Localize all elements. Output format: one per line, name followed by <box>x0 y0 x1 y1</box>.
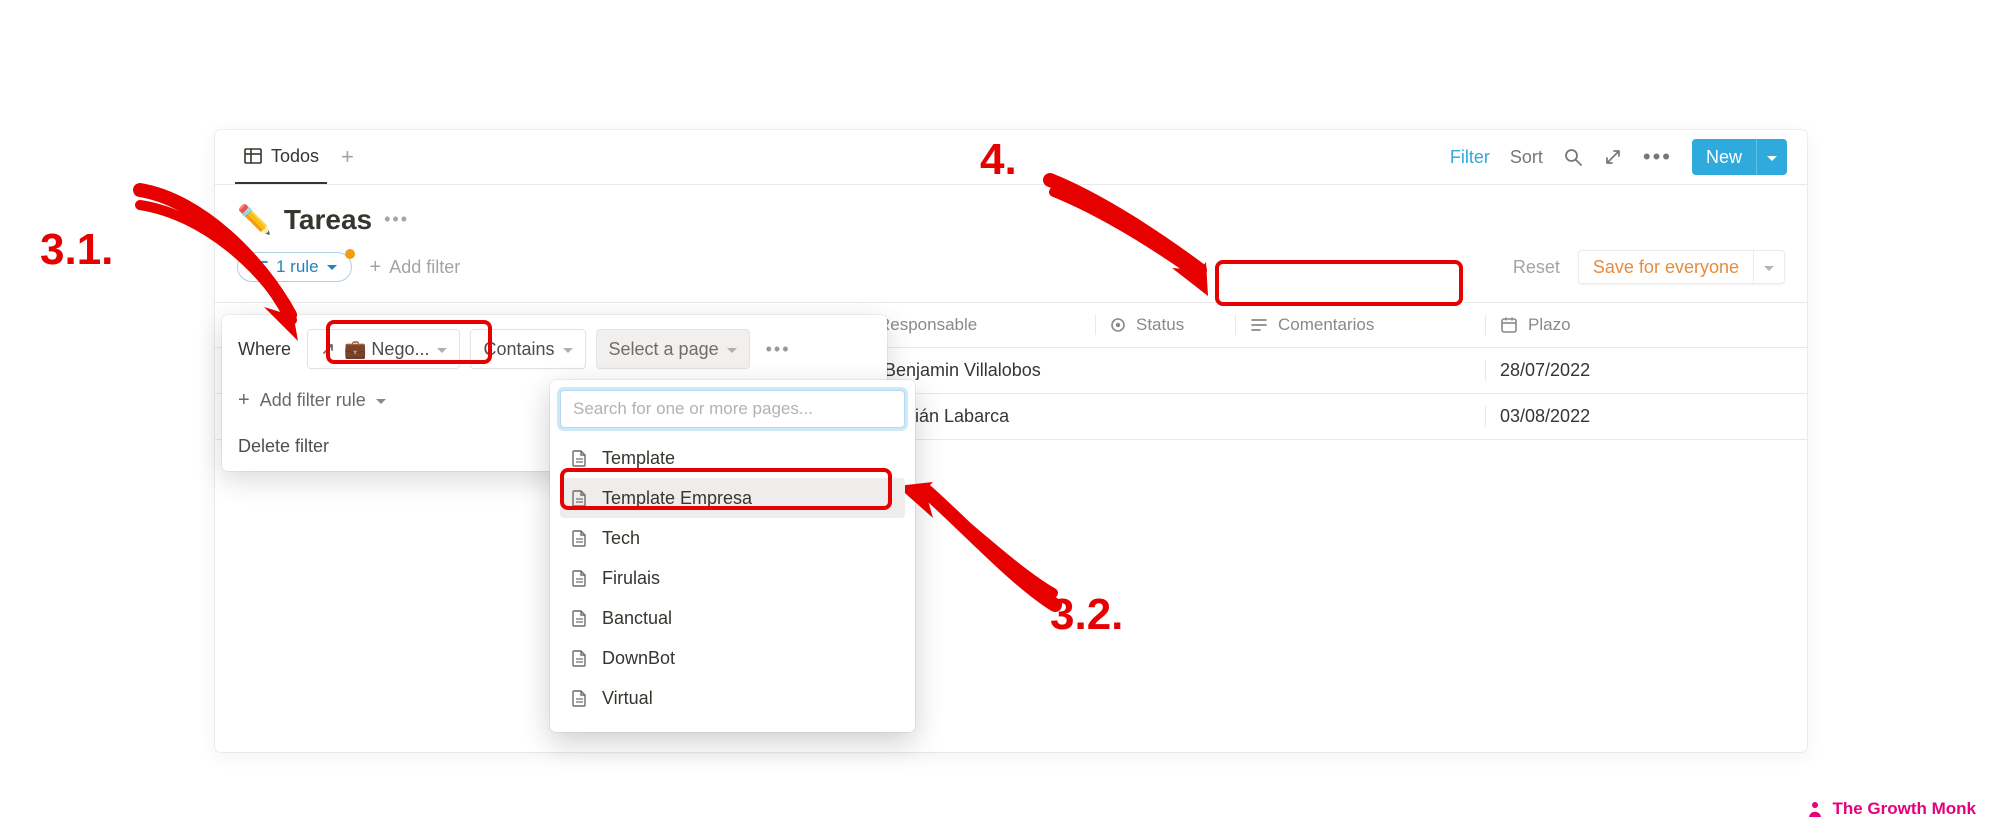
column-status[interactable]: Status <box>1095 315 1235 335</box>
column-plazo-label: Plazo <box>1528 315 1571 335</box>
plazo-value: 03/08/2022 <box>1500 406 1590 427</box>
rule-more-icon[interactable]: ••• <box>760 339 797 360</box>
property-chip[interactable]: 💼 Nego... <box>307 329 460 369</box>
column-comentarios[interactable]: Comentarios <box>1235 315 1485 335</box>
add-view-button[interactable]: + <box>341 146 354 168</box>
sort-button[interactable]: Sort <box>1510 147 1543 168</box>
save-for-everyone-chevron[interactable] <box>1753 250 1784 284</box>
tab-label: Todos <box>271 146 319 167</box>
page-icon <box>570 609 588 627</box>
page-title[interactable]: Tareas <box>284 204 372 236</box>
page-icon <box>570 489 588 507</box>
page-option[interactable]: Banctual <box>560 598 905 638</box>
page-select-dropdown: Template Template Empresa Tech Firulais … <box>550 380 915 732</box>
search-icon[interactable] <box>1563 147 1583 167</box>
filter-rule-icon <box>252 260 268 274</box>
save-for-everyone-button[interactable]: Save for everyone <box>1578 250 1785 284</box>
chevron-down-icon <box>563 339 573 360</box>
page-icon <box>570 449 588 467</box>
page-search-input[interactable] <box>560 390 905 428</box>
status-icon <box>1110 317 1126 333</box>
chevron-down-icon <box>727 339 737 360</box>
watermark: The Growth Monk <box>1806 799 1976 819</box>
page-option-label: Firulais <box>602 568 660 589</box>
annotation-3-1: 3.1. <box>40 225 113 275</box>
chevron-down-icon <box>376 390 386 411</box>
table-view-icon <box>243 146 263 166</box>
add-filter-rule-label: Add filter rule <box>260 390 366 411</box>
page-title-row: ✏️ Tareas ••• <box>215 185 1807 244</box>
page-option-label: Template Empresa <box>602 488 752 509</box>
page-option[interactable]: Virtual <box>560 678 905 718</box>
column-comentarios-label: Comentarios <box>1278 315 1374 335</box>
page-option-label: Virtual <box>602 688 653 709</box>
page-icon <box>570 569 588 587</box>
filter-button[interactable]: Filter <box>1450 147 1490 168</box>
value-chip-label: Select a page <box>609 339 719 360</box>
annotation-4: 4. <box>980 135 1017 185</box>
property-chip-label: 💼 Nego... <box>344 339 429 360</box>
tab-todos[interactable]: Todos <box>235 130 327 184</box>
plazo-value: 28/07/2022 <box>1500 360 1590 381</box>
page-icon <box>570 649 588 667</box>
date-icon <box>1500 316 1518 334</box>
value-chip[interactable]: Select a page <box>596 329 750 369</box>
page-more-icon[interactable]: ••• <box>384 209 409 230</box>
add-filter-label: Add filter <box>389 257 460 278</box>
reset-button[interactable]: Reset <box>1513 257 1560 278</box>
unsaved-dot-icon <box>345 249 355 259</box>
arrow-relation-icon <box>320 341 336 357</box>
new-button[interactable]: New <box>1692 139 1787 175</box>
watermark-icon <box>1806 800 1824 818</box>
rule-pill-label: 1 rule <box>276 257 319 277</box>
page-icon <box>570 689 588 707</box>
page-option[interactable]: Template <box>560 438 905 478</box>
column-plazo[interactable]: Plazo <box>1485 315 1807 335</box>
page-option[interactable]: Tech <box>560 518 905 558</box>
text-icon <box>1250 317 1268 333</box>
column-responsable-label: Responsable <box>878 315 977 335</box>
page-emoji[interactable]: ✏️ <box>237 203 272 236</box>
page-icon <box>570 529 588 547</box>
rule-pill[interactable]: 1 rule <box>237 252 352 282</box>
page-option[interactable]: DownBot <box>560 638 905 678</box>
chevron-down-icon <box>437 339 447 360</box>
add-filter-button[interactable]: + Add filter <box>370 256 461 279</box>
chevron-down-icon <box>327 257 337 277</box>
new-button-label: New <box>1692 147 1756 168</box>
expand-icon[interactable] <box>1603 147 1623 167</box>
column-status-label: Status <box>1136 315 1184 335</box>
page-option-label: Template <box>602 448 675 469</box>
new-button-chevron[interactable] <box>1756 139 1787 175</box>
page-option[interactable]: Firulais <box>560 558 905 598</box>
watermark-label: The Growth Monk <box>1832 799 1976 819</box>
condition-chip-label: Contains <box>483 339 554 360</box>
more-icon[interactable]: ••• <box>1643 144 1672 170</box>
page-option[interactable]: Template Empresa <box>560 478 905 518</box>
save-for-everyone-label: Save for everyone <box>1579 257 1753 278</box>
where-label: Where <box>238 339 297 360</box>
responsable-name: Benjamin Villalobos <box>884 360 1041 381</box>
filter-bar: 1 rule + Add filter Reset Save for every… <box>215 244 1807 302</box>
page-option-label: DownBot <box>602 648 675 669</box>
page-option-label: Tech <box>602 528 640 549</box>
page-option-label: Banctual <box>602 608 672 629</box>
condition-chip[interactable]: Contains <box>470 329 585 369</box>
annotation-3-2: 3.2. <box>1050 590 1123 640</box>
